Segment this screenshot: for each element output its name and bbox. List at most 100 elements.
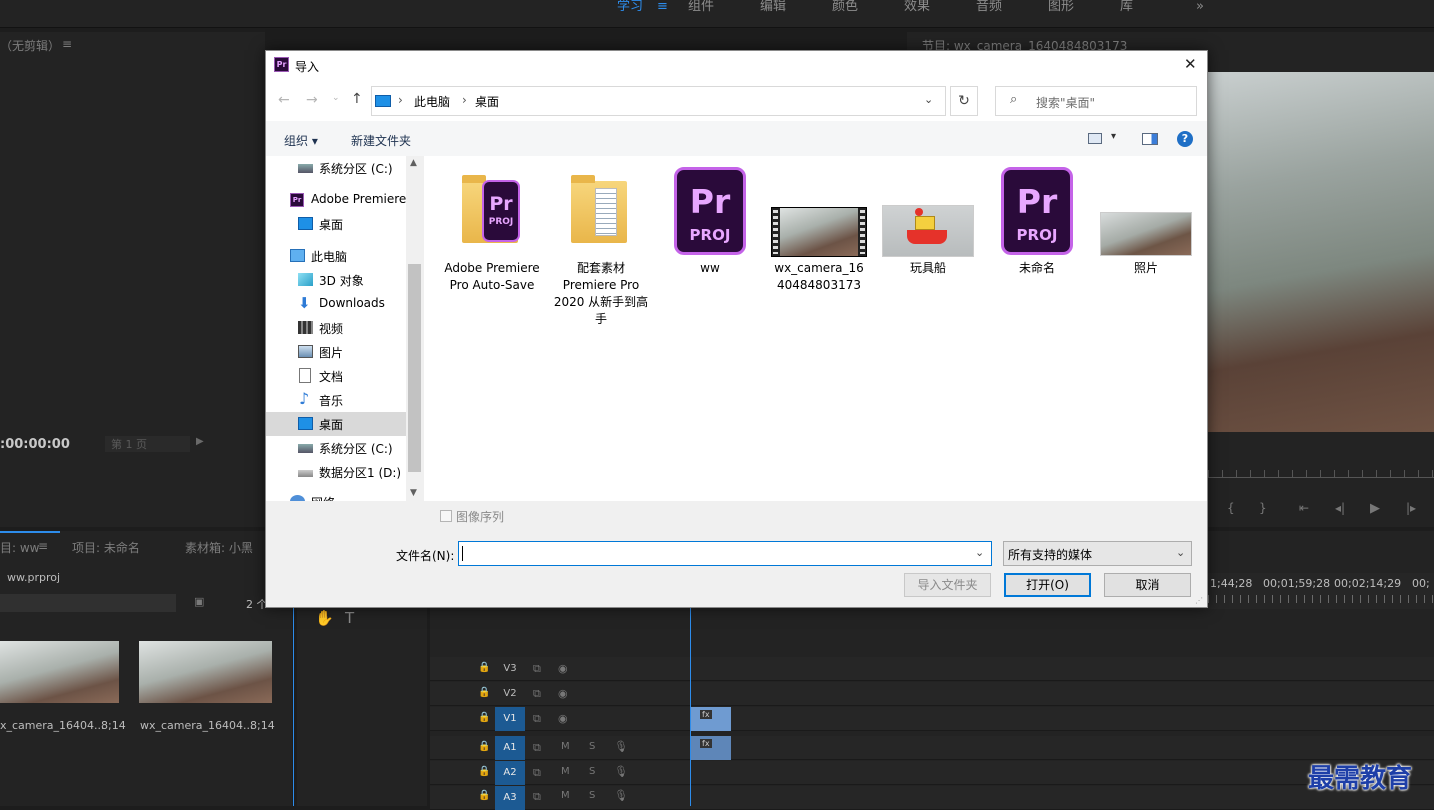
eye-icon[interactable]: ◉ — [558, 687, 568, 700]
track-label-a1[interactable]: A1 — [495, 736, 525, 760]
image-sequence-checkbox[interactable] — [440, 510, 452, 522]
workspace-graphics[interactable]: 图形 — [1048, 0, 1074, 14]
nav-item-desktop[interactable]: 桌面 — [266, 212, 406, 236]
workspace-editing[interactable]: 编辑 — [760, 0, 786, 14]
breadcrumb-this-pc[interactable]: 此电脑 — [414, 93, 450, 110]
file-item-autosave-folder[interactable]: Pr PROJ Adobe Premiere Pro Auto-Save — [444, 156, 540, 336]
refresh-button[interactable]: ↻ — [950, 86, 978, 116]
nav-scrollbar[interactable]: ▲ ▼ — [406, 156, 423, 501]
chevron-down-icon[interactable]: ▾ — [1111, 131, 1116, 142]
nav-item-data-d[interactable]: 数据分区1 (D:) — [266, 460, 406, 484]
dialog-title-bar[interactable]: Pr 导入 ✕ — [266, 51, 1207, 81]
nav-item-music[interactable]: ♪ 音乐 — [266, 388, 406, 412]
file-item-toy-boat-image[interactable]: 玩具船 — [880, 156, 976, 286]
clip-thumbnail[interactable] — [139, 641, 272, 703]
file-item-wx-camera-video[interactable]: wx_camera_1640484803173 — [771, 156, 867, 306]
cancel-button[interactable]: 取消 — [1104, 573, 1191, 597]
page-select[interactable]: 第 1 页 — [105, 436, 190, 452]
solo-button[interactable]: S — [589, 741, 595, 752]
play-icon[interactable]: ▶ — [196, 436, 204, 447]
chevron-down-icon[interactable]: ⌄ — [924, 93, 933, 106]
microphone-icon[interactable]: 🎙 — [614, 765, 628, 778]
sync-lock-icon[interactable]: ⧉ — [533, 766, 541, 780]
lock-icon[interactable]: 🔒 — [478, 790, 490, 801]
sync-lock-icon[interactable]: ⧉ — [533, 662, 541, 676]
hand-icon[interactable]: ✋ — [315, 609, 334, 627]
menu-icon[interactable]: ≡ — [657, 0, 668, 14]
lock-icon[interactable]: 🔒 — [478, 687, 490, 698]
nav-item-pictures[interactable]: 图片 — [266, 340, 406, 364]
track-a3[interactable] — [430, 786, 1434, 810]
file-item-untitled-project[interactable]: Pr PROJ 未命名 — [989, 156, 1085, 286]
playhead[interactable] — [690, 605, 691, 806]
sync-lock-icon[interactable]: ⧉ — [533, 790, 541, 804]
solo-button[interactable]: S — [589, 790, 595, 801]
chevron-down-icon[interactable]: ⌄ — [332, 93, 340, 103]
step-forward-icon[interactable]: |▸ — [1406, 501, 1416, 515]
tab-project-untitled[interactable]: 项目: 未命名 — [72, 539, 140, 556]
lock-icon[interactable]: 🔒 — [478, 766, 490, 777]
mark-out-icon[interactable]: } — [1259, 501, 1267, 515]
workspace-effects[interactable]: 效果 — [904, 0, 930, 14]
track-a2[interactable] — [430, 761, 1434, 785]
overflow-icon[interactable]: » — [1196, 0, 1204, 14]
step-back-icon[interactable]: ◂| — [1335, 501, 1345, 515]
open-button[interactable]: 打开(O) — [1004, 573, 1091, 597]
track-v2[interactable] — [430, 682, 1434, 706]
up-arrow-icon[interactable]: ↑ — [351, 91, 363, 107]
mute-button[interactable]: M — [561, 790, 570, 801]
source-timecode[interactable]: :00:00:00 — [0, 437, 70, 452]
track-v1[interactable] — [430, 707, 1434, 731]
workspace-color[interactable]: 颜色 — [832, 0, 858, 14]
breadcrumb-desktop[interactable]: 桌面 — [475, 93, 499, 110]
nav-item-documents[interactable]: 文档 — [266, 364, 406, 388]
lock-icon[interactable]: 🔒 — [478, 712, 490, 723]
play-icon[interactable]: ▶ — [1370, 501, 1380, 516]
nav-item-system-c[interactable]: 系统分区 (C:) — [266, 436, 406, 460]
tab-project-ww[interactable]: 目: ww — [0, 539, 40, 556]
address-bar[interactable]: › 此电脑 › 桌面 ⌄ — [371, 86, 946, 116]
sync-lock-icon[interactable]: ⧉ — [533, 712, 541, 726]
microphone-icon[interactable]: 🎙 — [614, 740, 628, 753]
track-label-v3[interactable]: V3 — [495, 657, 525, 681]
import-folder-button[interactable]: 导入文件夹 — [904, 573, 991, 597]
mute-button[interactable]: M — [561, 741, 570, 752]
nav-item-system-c[interactable]: 系统分区 (C:) — [266, 156, 406, 180]
workspace-libraries[interactable]: 库 — [1120, 0, 1133, 14]
close-icon[interactable]: ✕ — [1184, 55, 1197, 73]
file-item-photo-image[interactable]: 照片 — [1098, 156, 1194, 286]
mute-button[interactable]: M — [561, 766, 570, 777]
panel-menu-icon[interactable]: ≡ — [62, 37, 72, 51]
sync-lock-icon[interactable]: ⧉ — [533, 687, 541, 701]
scrollbar-thumb[interactable] — [408, 264, 421, 472]
scroll-down-icon[interactable]: ▼ — [410, 488, 417, 498]
track-a1[interactable] — [430, 736, 1434, 760]
search-input[interactable]: ⌕ 搜索"桌面" — [995, 86, 1197, 116]
nav-item-videos[interactable]: 视频 — [266, 316, 406, 340]
nav-item-adobe-premiere[interactable]: Pr Adobe Premiere — [266, 188, 406, 212]
timeline-audio-clip[interactable]: fx — [690, 736, 731, 760]
workspace-assembly[interactable]: 组件 — [688, 0, 714, 14]
project-search-input[interactable] — [0, 594, 176, 612]
nav-item-desktop-selected[interactable]: 桌面 — [266, 412, 406, 436]
nav-item-downloads[interactable]: ⬇ Downloads — [266, 292, 406, 316]
lock-icon[interactable]: 🔒 — [478, 741, 490, 752]
resize-grip-icon[interactable]: ⋰ — [1195, 596, 1203, 605]
help-icon[interactable]: ? — [1177, 131, 1193, 147]
nav-item-3d-objects[interactable]: 3D 对象 — [266, 268, 406, 292]
forward-arrow-icon[interactable]: → — [306, 92, 318, 108]
nav-item-network[interactable]: 网络 — [266, 490, 406, 501]
type-tool-icon[interactable]: T — [345, 609, 354, 627]
track-label-v2[interactable]: V2 — [495, 682, 525, 706]
organize-button[interactable]: 组织 ▾ — [284, 132, 318, 149]
filename-input[interactable]: ⌄ — [458, 541, 992, 566]
workspace-learn[interactable]: 学习 — [617, 0, 643, 14]
panel-menu-icon[interactable]: ≡ — [38, 539, 48, 553]
sync-lock-icon[interactable]: ⧉ — [533, 741, 541, 755]
track-label-a2[interactable]: A2 — [495, 761, 525, 785]
tab-bin[interactable]: 素材箱: 小黑 — [185, 539, 253, 556]
scroll-up-icon[interactable]: ▲ — [410, 158, 417, 168]
clip-thumbnail[interactable] — [0, 641, 119, 703]
track-v3[interactable] — [430, 657, 1434, 681]
workspace-audio[interactable]: 音频 — [976, 0, 1002, 14]
